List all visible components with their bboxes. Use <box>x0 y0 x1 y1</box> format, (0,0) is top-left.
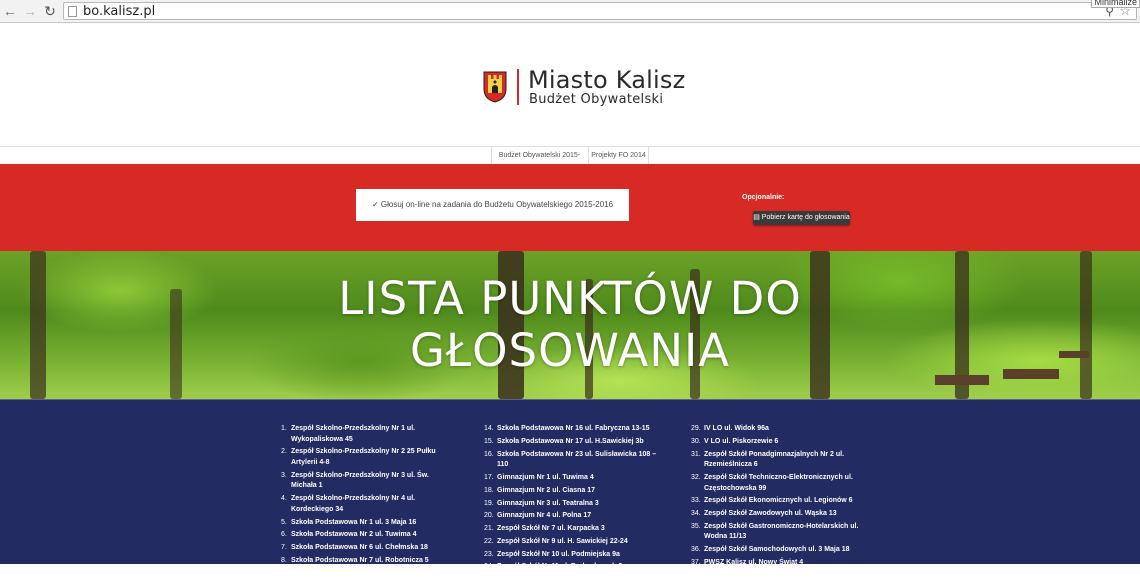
optional-label: Opcjonalnie: <box>742 194 785 201</box>
list-item: 31. Zespół Szkół Ponadgimnazjalnych Nr 2 … <box>691 450 845 469</box>
list-item: 1. Zespół Szkolno-Przedszkolny Nr 1 ul. W… <box>281 425 416 443</box>
site-title[interactable]: Miasto Kalisz <box>528 66 685 94</box>
points-column-1: 1. Zespół Szkolno-Przedszkolny Nr 1 ul. W… <box>281 424 456 581</box>
hero-title: LISTA PUNKTÓW DO GŁOSOWANIA <box>0 273 1140 377</box>
list-item: 34. Zespół Szkół Zawodowych ul. Wąska 13 <box>691 510 837 518</box>
page-icon <box>68 6 77 17</box>
list-item: 2. Zespół Szkolno-Przedszkolny Nr 2 25 Pu… <box>281 448 436 466</box>
list-item: 15. Szkoła Podstawowa Nr 17 ul. H.Sawicki… <box>484 437 644 445</box>
list-item: 32. Zespół Szkół Techniczno-Elektroniczny… <box>691 473 853 492</box>
list-item: 6. Szkoła Podstawowa Nr 2 ul. Tuwima 4 <box>281 531 417 539</box>
list-item: 35. Zespół Szkół Gastronomiczno-Hotelarsk… <box>691 522 859 541</box>
voting-points-list: 1. Zespół Szkolno-Przedszkolny Nr 1 ul. W… <box>0 399 1140 577</box>
logo-divider <box>517 69 519 105</box>
download-voting-card-button[interactable]: ▤ Pobierz kartę do głosowania <box>753 211 850 225</box>
list-item: 29. IV LO ul. Widok 96a <box>691 425 769 432</box>
list-item: 22. Zespół Szkół Nr 9 ul. H. Sawickiej 22… <box>484 537 628 545</box>
list-item: 19. Gimnazjum Nr 3 ul. Teatralna 3 <box>484 499 599 507</box>
list-item: 30. V LO ul. Piskorzewie 6 <box>691 437 779 445</box>
list-item: 37. PWSZ Kalisz ul. Nowy Świat 4 <box>691 559 804 567</box>
kalisz-crest-icon[interactable] <box>483 71 507 103</box>
list-item: 8. Szkoła Podstawowa Nr 7 ul. Robotnicza … <box>281 556 429 564</box>
site-subtitle: Budżet Obywatelski <box>529 92 664 107</box>
points-column-3: 29. IV LO ul. Widok 96a 30. V LO ul. Pisko… <box>691 424 866 571</box>
list-item: 16. Szkoła Podstawowa Nr 23 ul. Sulisławi… <box>484 450 657 469</box>
list-item: 4. Zespół Szkolno-Przedszkolny Nr 4 ul. K… <box>281 495 416 513</box>
voting-banner: ✓ Głosuj on-line na zadania do Budżetu O… <box>0 164 1140 251</box>
back-arrow-icon[interactable]: ← <box>2 3 18 19</box>
points-column-2: 14. Szkoła Podstawowa Nr 16 ul. Fabryczna… <box>484 424 659 575</box>
list-item: 33. Zespół Szkół Ekonomicznych ul. Legion… <box>691 497 853 505</box>
menu-item-projekty-fo-2014[interactable]: Projekty FO 2014 <box>588 147 649 164</box>
list-item: 17. Gimnazjum Nr 1 ul. Tuwima 4 <box>484 473 594 481</box>
list-item: 5. Szkoła Podstawowa Nr 1 ul. 3 Maja 16 <box>281 518 417 526</box>
hero-title-line1: LISTA PUNKTÓW DO <box>338 272 802 325</box>
vote-online-button[interactable]: ✓ Głosuj on-line na zadania do Budżetu O… <box>356 189 629 221</box>
reload-icon[interactable]: ↻ <box>42 3 58 19</box>
site-header: Miasto Kalisz Budżet Obywatelski <box>0 23 1140 147</box>
hero-title-line2: GŁOSOWANIA <box>409 324 731 377</box>
list-item: 14. Szkoła Podstawowa Nr 16 ul. Fabryczna… <box>484 425 650 432</box>
list-item: 36. Zespół Szkół Samochodowych ul. 3 Maja… <box>691 546 850 554</box>
menu-item-budzet-2015-2016[interactable]: Budżet Obywatelski 2015-2016 <box>491 147 587 176</box>
hero-banner: LISTA PUNKTÓW DO GŁOSOWANIA <box>0 251 1140 399</box>
list-item: 9. Szkoła Podstawowa Nr 8 ul. Serbinowska… <box>281 569 442 577</box>
browser-toolbar: ← → ↻ bo.kalisz.pl ⚲ ☆ Minimalize <box>0 0 1140 23</box>
main-menu: Budżet Obywatelski 2015-2016 Projekty FO… <box>0 146 1140 176</box>
tooltip: Minimalize <box>1091 0 1140 8</box>
address-bar[interactable]: bo.kalisz.pl ⚲ ☆ <box>63 2 1137 20</box>
forward-arrow-icon[interactable]: → <box>22 3 38 19</box>
url-text[interactable]: bo.kalisz.pl <box>83 4 155 19</box>
list-item: 21. Zespół Szkół Nr 7 ul. Karpacka 3 <box>484 525 605 533</box>
list-item: 3. Zespół Szkolno-Przedszkolny Nr 3 ul. Ś… <box>281 471 429 490</box>
list-item: 7. Szkoła Podstawowa Nr 6 ul. Chełmska 18 <box>281 544 428 552</box>
list-item: 20. Gimnazjum Nr 4 ul. Polna 17 <box>484 512 592 520</box>
list-item: 23. Zespół Szkół Nr 10 ul. Podmiejska 9a <box>484 550 620 558</box>
list-item: 18. Gimnazjum Nr 2 ul. Ciasna 17 <box>484 486 596 494</box>
